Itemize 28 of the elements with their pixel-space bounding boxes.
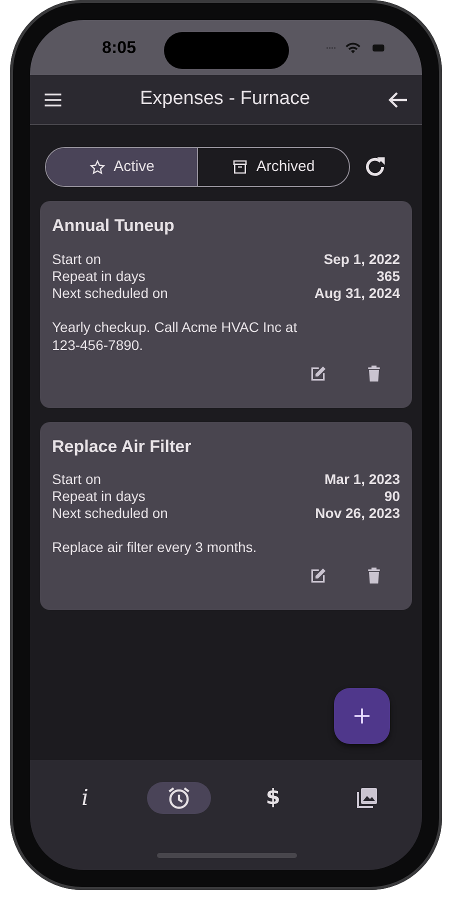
field-label: Next scheduled on [52,284,168,302]
plus-icon [352,706,372,726]
nav-tab[interactable]: $ [241,782,305,814]
field-label: Repeat in days [52,488,146,505]
nav-tab[interactable] [147,782,211,814]
nav-tab[interactable]: i [53,782,117,814]
star-icon [88,158,106,176]
field-label: Start on [52,471,102,488]
alarm-clock-icon [166,785,192,811]
field-value: Nov 26, 2023 [315,505,400,522]
card-note: Yearly checkup. Call Acme HVAC Inc at 123-456-7890. [52,318,298,354]
field-label: Start on [52,250,102,268]
field-value: 90 [384,488,400,505]
screen-title: Expenses - Furnace [138,87,312,112]
field-value: Sep 1, 2022 [324,250,400,268]
archive-icon [232,159,248,175]
field-value: Mar 1, 2023 [324,471,400,488]
field-value: 365 [376,268,400,284]
field-value: Aug 31, 2024 [314,284,400,302]
card-title: Annual Tuneup [52,215,176,237]
status-time: 8:05 [102,36,136,59]
filter-tab[interactable]: Active [46,148,197,186]
filter-tab[interactable]: Archived [197,148,349,186]
photo-library-icon [355,786,379,810]
card-title: Replace Air Filter [52,436,192,458]
card-note: Replace air filter every 3 months. [52,538,258,556]
field-label: Next scheduled on [52,505,168,522]
field-label: Repeat in days [52,268,146,284]
